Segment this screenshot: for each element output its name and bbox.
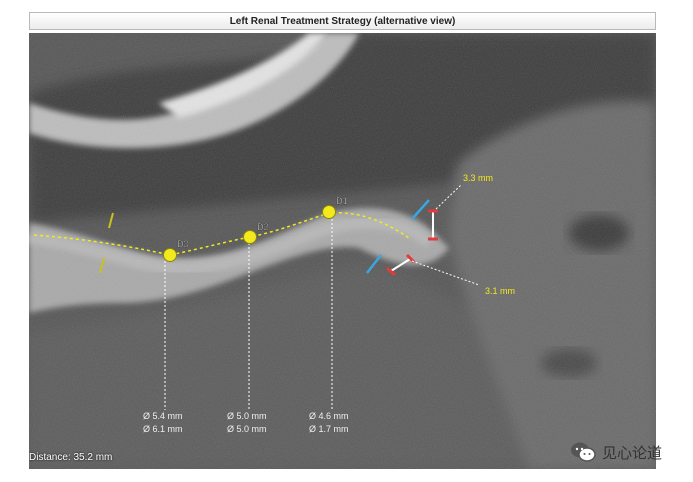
watermark-text: 见心论道: [602, 443, 663, 462]
diameter-d2-2: Ø 5.0 mm: [227, 424, 267, 434]
watermark: 见心论道: [570, 440, 662, 464]
ct-image: D3 D2 D1 Ø 5.4 mm Ø 6.1 mm Ø 5.0 mm Ø 5.…: [29, 33, 656, 469]
window-title: Left Renal Treatment Strategy (alternati…: [229, 15, 456, 27]
diameter-d3-2: Ø 6.1 mm: [143, 424, 183, 434]
caliper-label-upper: 3.3 mm: [463, 173, 493, 183]
marker-d3[interactable]: [163, 248, 177, 262]
distance-readout: Distance: 35.2 mm: [29, 452, 113, 463]
marker-d1[interactable]: [322, 205, 336, 219]
caliper-label-lower: 3.1 mm: [485, 286, 515, 296]
marker-d2[interactable]: [243, 230, 257, 244]
marker-label-d3: D3: [177, 239, 189, 249]
image-viewport[interactable]: D3 D2 D1 Ø 5.4 mm Ø 6.1 mm Ø 5.0 mm Ø 5.…: [29, 33, 656, 469]
marker-label-d2: D2: [257, 222, 269, 232]
marker-label-d1: D1: [336, 196, 348, 206]
diameter-d3-1: Ø 5.4 mm: [143, 411, 183, 421]
wechat-icon: [571, 442, 596, 462]
diameter-d1-2: Ø 1.7 mm: [309, 424, 349, 434]
diameter-d1-1: Ø 4.6 mm: [309, 411, 349, 421]
diameter-d2-1: Ø 5.0 mm: [227, 411, 267, 421]
window-titlebar: Left Renal Treatment Strategy (alternati…: [29, 12, 656, 30]
